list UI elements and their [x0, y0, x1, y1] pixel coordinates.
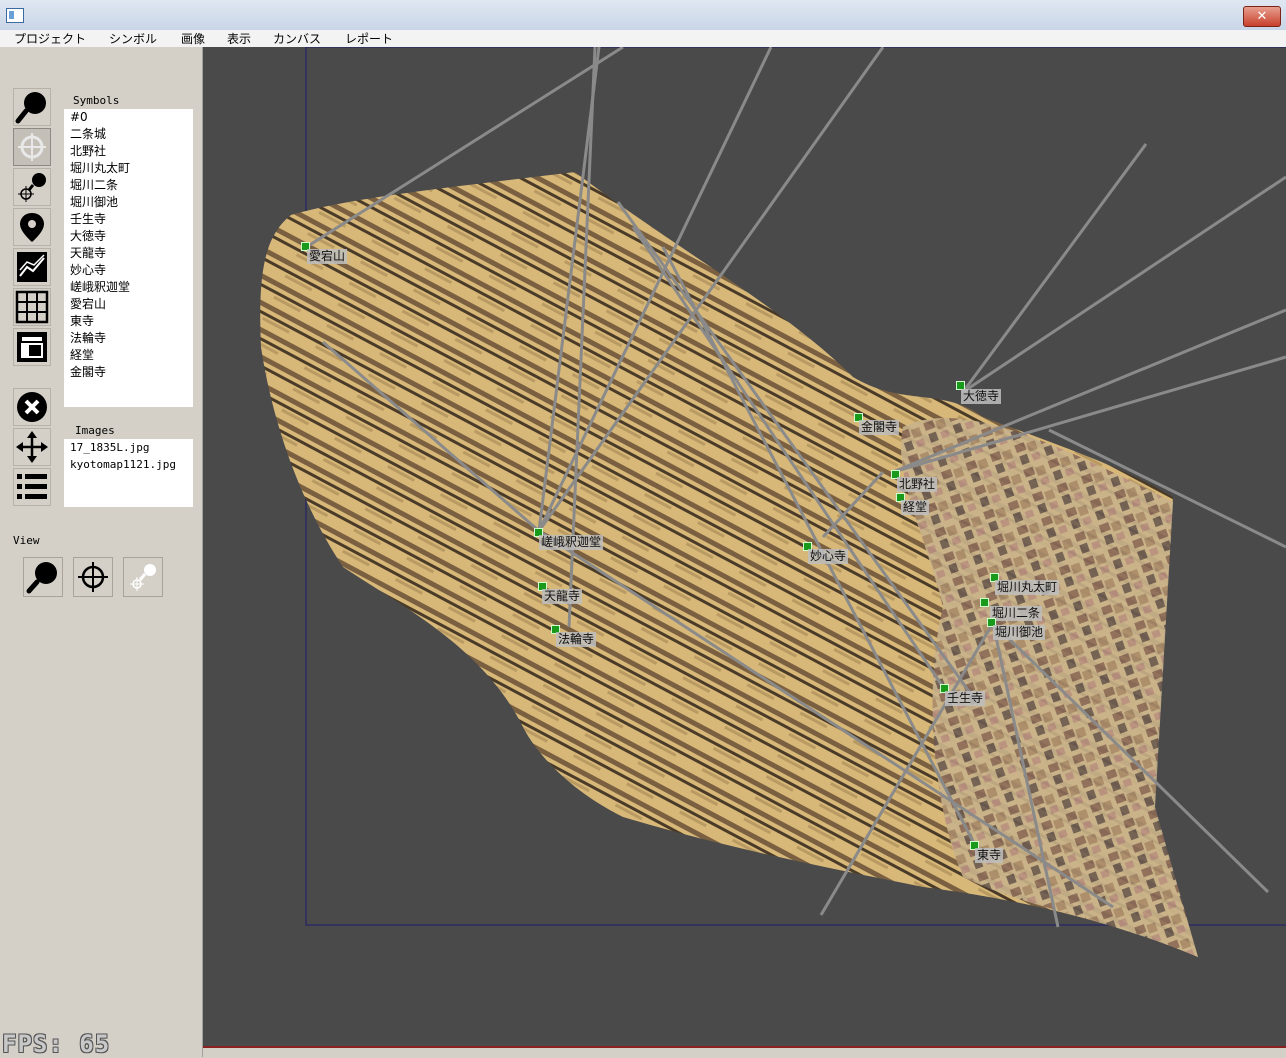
pin-tool-button[interactable]: [13, 208, 51, 246]
list-tool-icon: [17, 474, 47, 499]
delete-tool-button[interactable]: [13, 388, 51, 426]
grid-tool-icon: [15, 290, 49, 324]
move-tool-button[interactable]: [13, 428, 51, 466]
grid-tool-button[interactable]: [13, 288, 51, 326]
view-target-button[interactable]: [73, 557, 113, 597]
list-tool-button[interactable]: [13, 468, 51, 506]
list-item[interactable]: 堀川二条: [64, 177, 193, 194]
list-item[interactable]: 愛宕山: [64, 296, 193, 313]
menu-bar: プロジェクト シンボル 画像 表示 カンバス レポート: [0, 30, 1286, 47]
list-item[interactable]: 大徳寺: [64, 228, 193, 245]
list-item[interactable]: 法輪寺: [64, 330, 193, 347]
marker-label: 妙心寺: [808, 549, 849, 564]
marker-label: 北野社: [897, 477, 938, 492]
map-image[interactable]: [203, 47, 1286, 1047]
map-canvas[interactable]: 愛宕山 金閣寺 大徳寺 北野社 経堂 嵯峨釈迦堂 妙心寺 天龍寺 法輪寺 堀川丸…: [203, 47, 1286, 1047]
list-item[interactable]: 東寺: [64, 313, 193, 330]
images-list[interactable]: 17_1835L.jpg kyotomap1121.jpg: [64, 439, 193, 507]
symbols-label: Symbols: [73, 94, 120, 107]
list-item[interactable]: 北野社: [64, 143, 193, 160]
list-item[interactable]: 堀川丸太町: [64, 160, 193, 177]
zoom-target-tool-button[interactable]: [13, 168, 51, 206]
view-label: View: [13, 534, 40, 547]
zoom-tool-icon: [15, 92, 46, 124]
list-item[interactable]: kyotomap1121.jpg: [64, 456, 193, 473]
view-zoom-button[interactable]: [23, 557, 63, 597]
menu-view[interactable]: 表示: [227, 30, 251, 48]
marker-label: 東寺: [975, 848, 1004, 863]
zoom-target-icon: [130, 564, 156, 591]
zoom-tool-button[interactable]: [13, 88, 51, 126]
marker-label: 大徳寺: [961, 389, 1002, 404]
target-tool-button[interactable]: [13, 128, 51, 166]
marker-label: 壬生寺: [945, 691, 986, 706]
images-label: Images: [75, 424, 115, 437]
layout-tool-button[interactable]: [13, 328, 51, 366]
menu-canvas[interactable]: カンバス: [273, 30, 321, 48]
marker-label: 法輪寺: [556, 632, 597, 647]
left-panel: Symbols #0 二条城 北野社 堀川丸太町 堀川二条 堀川御池 壬生寺 大…: [0, 47, 203, 1057]
close-button[interactable]: ✕: [1243, 6, 1281, 27]
symbols-list[interactable]: #0 二条城 北野社 堀川丸太町 堀川二条 堀川御池 壬生寺 大徳寺 天龍寺 妙…: [64, 109, 193, 407]
list-item[interactable]: 壬生寺: [64, 211, 193, 228]
list-item[interactable]: 17_1835L.jpg: [64, 439, 193, 456]
menu-symbol[interactable]: シンボル: [109, 30, 157, 48]
zoom-target-tool-icon: [18, 173, 46, 202]
zoom-icon: [26, 562, 57, 594]
crosshair-icon: [78, 562, 108, 592]
title-bar: ✕: [0, 0, 1286, 31]
marker-label: 経堂: [901, 500, 930, 515]
pin-tool-icon: [20, 213, 44, 242]
marker-label: 愛宕山: [307, 249, 348, 264]
menu-report[interactable]: レポート: [345, 30, 393, 48]
marker-label: 金閣寺: [859, 420, 900, 435]
list-item[interactable]: #0: [64, 109, 193, 126]
list-item[interactable]: 金閣寺: [64, 364, 193, 381]
move-tool-icon: [16, 431, 48, 463]
chart-tool-icon: [17, 252, 47, 282]
marker-label: 嵯峨釈迦堂: [539, 535, 604, 550]
menu-project[interactable]: プロジェクト: [14, 30, 86, 48]
marker-label: 堀川御池: [993, 625, 1046, 640]
list-item[interactable]: 経堂: [64, 347, 193, 364]
target-tool-icon: [18, 133, 46, 161]
marker-label: 天龍寺: [542, 589, 583, 604]
view-zoom-target-button[interactable]: [123, 557, 163, 597]
marker-label: 堀川二条: [990, 606, 1043, 621]
menu-image[interactable]: 画像: [181, 30, 205, 48]
canvas-bottom-border: [203, 1046, 1286, 1048]
layout-tool-icon: [17, 332, 47, 362]
delete-tool-icon: [17, 392, 47, 422]
fps-counter: FPS: 65: [2, 1030, 111, 1058]
list-item[interactable]: 二条城: [64, 126, 193, 143]
map-marker[interactable]: [980, 598, 989, 607]
list-item[interactable]: 嵯峨釈迦堂: [64, 279, 193, 296]
chart-tool-button[interactable]: [13, 248, 51, 286]
app-icon: [6, 8, 24, 23]
list-item[interactable]: 妙心寺: [64, 262, 193, 279]
marker-label: 堀川丸太町: [995, 580, 1060, 595]
list-item[interactable]: 堀川御池: [64, 194, 193, 211]
list-item[interactable]: 天龍寺: [64, 245, 193, 262]
